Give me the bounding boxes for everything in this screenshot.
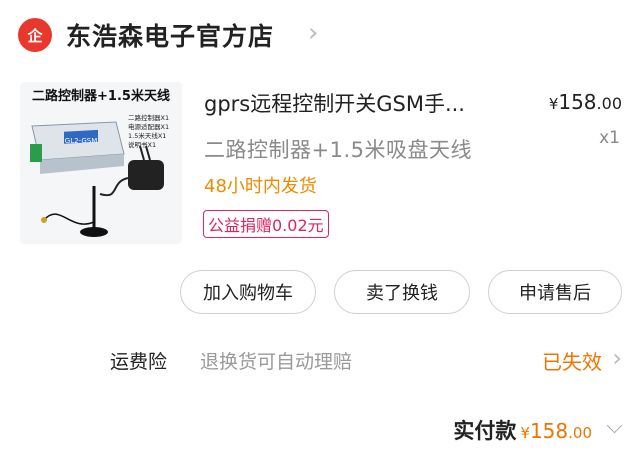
product-spec: 二路控制器+1.5米吸盘天线: [204, 138, 472, 162]
shipping-note: 48小时内发货: [204, 176, 317, 197]
price-dec: .00: [596, 94, 622, 113]
charity-badge: 公益捐赠0.02元: [203, 210, 329, 238]
insurance-description: 退换货可自动理赔: [200, 351, 353, 373]
product-image[interactable]: 二路控制器+1.5米天线 GL2-GSM 二路控制器X1 电源适配器X1 1.5…: [20, 82, 182, 244]
insurance-status[interactable]: 已失效: [542, 346, 602, 375]
shop-logo-icon[interactable]: 企: [18, 18, 52, 52]
insurance-label: 运费险: [110, 351, 168, 373]
module-label: GL2-GSM: [65, 137, 97, 145]
price-int: 158: [558, 90, 597, 114]
contents-item: 说明书X1: [128, 140, 156, 149]
product-price: ¥158.00: [549, 90, 622, 114]
add-to-cart-button[interactable]: 加入购物车: [180, 270, 316, 314]
total-label: 实付款: [453, 419, 517, 443]
product-quantity: x1: [599, 128, 620, 148]
contents-item: 1.5米天线X1: [128, 131, 166, 140]
product-title[interactable]: gprs远程控制开关GSM手...: [204, 88, 522, 118]
total-paid: 实付款 ¥158.00: [453, 415, 592, 445]
total-symbol: ¥: [520, 424, 530, 442]
total-amount: ¥158.00: [520, 419, 592, 443]
shop-name[interactable]: 东浩森电子官方店: [66, 17, 274, 53]
chevron-right-icon[interactable]: ›: [612, 344, 622, 372]
image-caption: 二路控制器+1.5米天线: [32, 88, 170, 104]
contents-item: 电源适配器X1: [128, 122, 169, 131]
chevron-down-icon[interactable]: [606, 417, 623, 434]
after-sales-button[interactable]: 申请售后: [488, 270, 622, 314]
terminal-block: [30, 144, 42, 162]
power-adapter: [128, 160, 164, 190]
total-dec: .00: [568, 424, 592, 442]
product-image-svg: 二路控制器+1.5米天线 GL2-GSM 二路控制器X1 电源适配器X1 1.5…: [30, 88, 170, 237]
chevron-right-icon[interactable]: ›: [308, 18, 318, 48]
price-symbol: ¥: [548, 95, 559, 113]
total-int: 158: [529, 419, 569, 443]
resell-button[interactable]: 卖了换钱: [334, 270, 470, 314]
contents-item: 二路控制器X1: [128, 113, 169, 122]
